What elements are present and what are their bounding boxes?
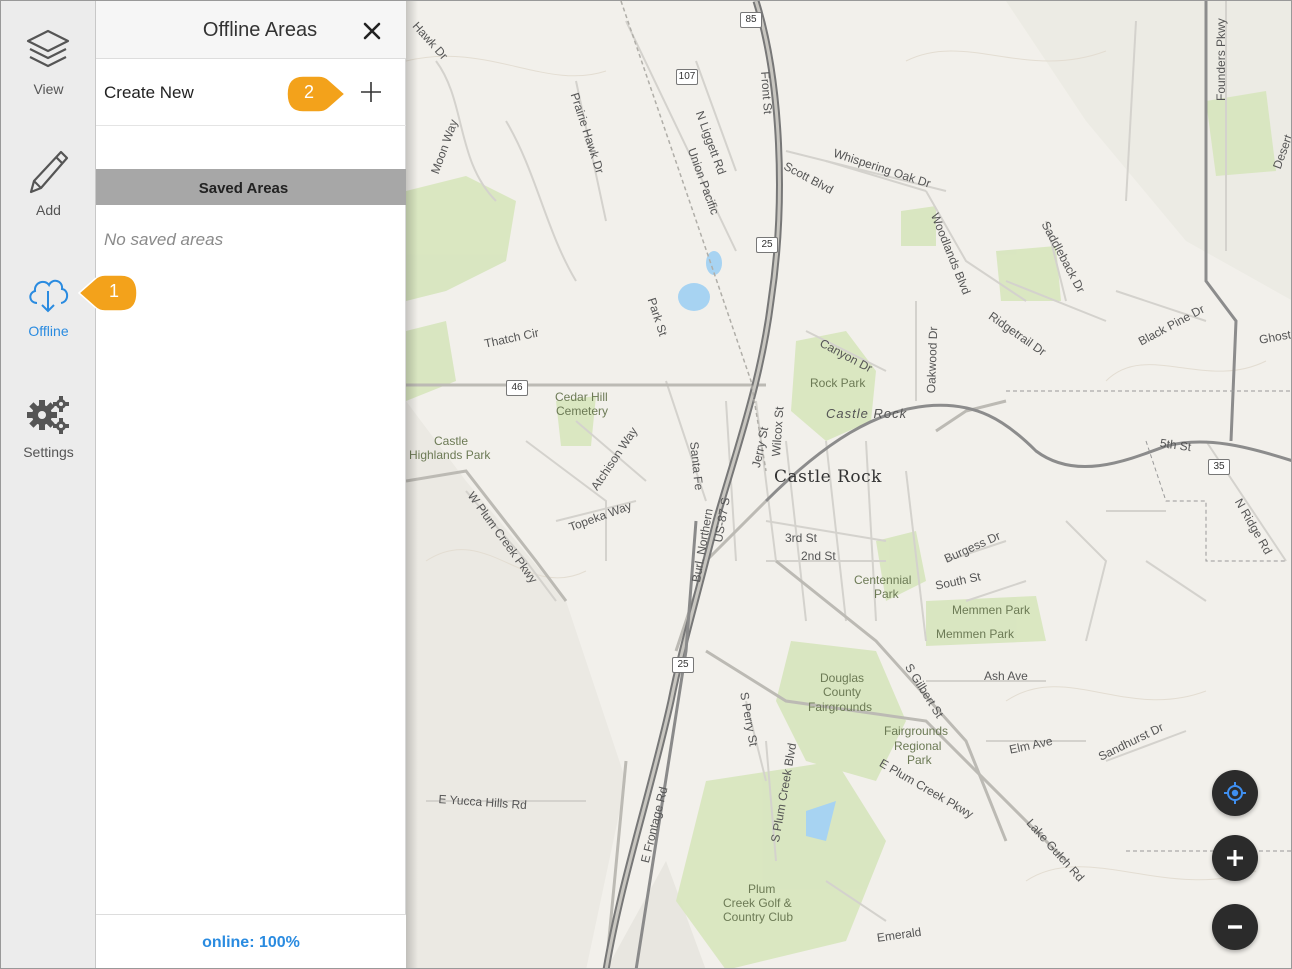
panel-footer: online: 100% <box>96 914 406 968</box>
zoom-in-icon <box>1227 850 1243 866</box>
map-label-castle-highlands: Castle <box>434 434 469 448</box>
highway-shield: 46 <box>506 380 528 396</box>
nav-item-view[interactable]: View <box>1 1 96 111</box>
map-label-fairgrounds: Fairgrounds <box>808 700 873 714</box>
callout-number: 1 <box>108 281 119 301</box>
map-label-plum-golf-2: Creek Golf & <box>723 896 792 910</box>
nav-item-label: Settings <box>23 444 74 460</box>
map-label-centennial-park: Park <box>874 587 899 601</box>
map-label-oakwood: Oakwood Dr <box>924 326 941 394</box>
map-label-ash-ave: Ash Ave <box>984 669 1028 683</box>
nav-item-label: Offline <box>28 323 69 339</box>
map-view[interactable]: Castle Rock Castle Rock Rock Park Canyon… <box>406 1 1291 968</box>
zoom-out-icon <box>1228 925 1242 929</box>
panel-header: Offline Areas <box>96 1 406 59</box>
app-window: View Add Offline Settings Offline Areas … <box>0 0 1292 969</box>
map-label-centennial: Centennial <box>854 573 912 587</box>
map-label-fair-regional-3: Park <box>907 753 932 767</box>
map-label-plum-golf-3: Country Club <box>723 910 794 924</box>
map-label-castle-highlands-park: Highlands Park <box>409 448 491 462</box>
map-label-plum-golf-1: Plum <box>748 882 776 896</box>
map-label-cemetery: Cemetery <box>556 404 609 418</box>
locate-icon <box>1224 782 1246 804</box>
map-label-castle-rock-feature: Castle Rock <box>826 406 908 421</box>
pencil-icon <box>29 150 69 194</box>
panel-shadow <box>406 1 418 968</box>
map-label-cedar-hill: Cedar Hill <box>555 390 608 404</box>
create-new-row[interactable]: Create New <box>96 59 406 126</box>
locate-button[interactable] <box>1212 770 1258 816</box>
map-label-front-st: Front St <box>758 71 775 115</box>
online-status: online: 100% <box>202 934 300 951</box>
nav-item-label: Add <box>36 202 61 218</box>
zoom-in-button[interactable] <box>1212 835 1258 881</box>
map-label-fair-regional-1: Fairgrounds <box>884 724 949 738</box>
map-label-memmen-2: Memmen Park <box>936 627 1015 641</box>
close-icon[interactable] <box>358 17 386 45</box>
create-new-label: Create New <box>104 83 194 102</box>
map-label-fair-regional-2: Regional <box>894 739 942 753</box>
map-label-rock-park: Rock Park <box>810 376 866 390</box>
gears-icon <box>27 396 69 434</box>
highway-shield: 85 <box>740 12 762 28</box>
highway-shield: 25 <box>756 237 778 253</box>
callout-number: 2 <box>303 82 314 102</box>
highway-shield: 107 <box>676 69 698 85</box>
zoom-out-button[interactable] <box>1212 904 1258 950</box>
map-label-3rd-st: 3rd St <box>785 531 818 545</box>
saved-areas-title: Saved Areas <box>198 180 289 197</box>
map-label-memmen-1: Memmen Park <box>952 603 1031 617</box>
cloud-download-icon <box>29 279 69 313</box>
add-area-button[interactable] <box>358 79 384 105</box>
map-label-town: Castle Rock <box>774 467 882 487</box>
saved-areas-header: Saved Areas <box>96 169 406 205</box>
nav-item-label: View <box>33 81 64 97</box>
map-label-2nd-st: 2nd St <box>801 549 836 563</box>
offline-areas-panel: Offline Areas Create New Saved Areas No … <box>96 1 406 968</box>
nav-item-settings[interactable]: Settings <box>1 364 96 474</box>
layers-icon <box>26 29 70 68</box>
highway-shield: 35 <box>1208 459 1230 475</box>
empty-message: No saved areas <box>104 230 224 249</box>
nav-item-add[interactable]: Add <box>1 122 96 232</box>
callout-badge-2: 2 <box>283 72 347 113</box>
map-label-founders: Founders Pkwy <box>1214 18 1228 101</box>
highway-shield: 25 <box>672 657 694 673</box>
callout-badge-1: 1 <box>77 271 141 312</box>
nav-rail: View Add Offline Settings <box>1 1 96 968</box>
map-label-county: County <box>823 685 862 699</box>
map-label-douglas: Douglas <box>820 671 865 685</box>
